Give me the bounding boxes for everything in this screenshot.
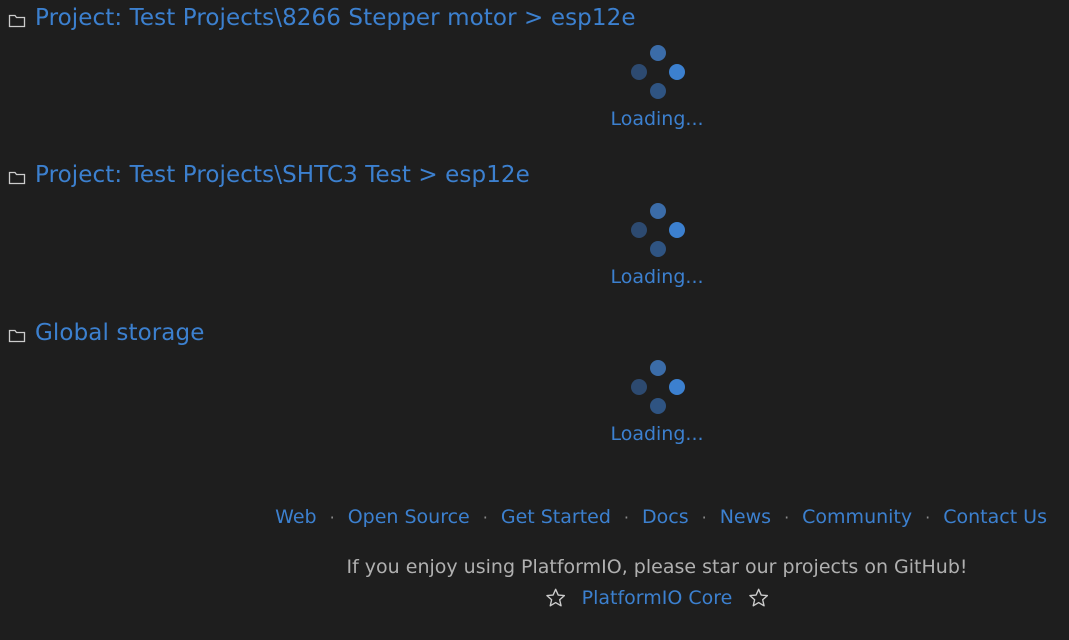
- footer-link-community[interactable]: Community: [802, 506, 912, 528]
- footer-link-contact-us[interactable]: Contact Us: [943, 506, 1047, 528]
- loading-text: Loading...: [610, 108, 704, 130]
- footer-link-news[interactable]: News: [720, 506, 771, 528]
- footer-separator: ·: [701, 507, 707, 527]
- footer-link-get-started[interactable]: Get Started: [501, 506, 611, 528]
- platformio-core-link[interactable]: PlatformIO Core: [582, 587, 733, 609]
- folder-icon: [8, 13, 26, 28]
- footer-separator: ·: [329, 507, 335, 527]
- star-icon: [746, 586, 770, 610]
- loading-text: Loading...: [610, 423, 704, 445]
- star-request-text: If you enjoy using PlatformIO, please st…: [346, 556, 968, 578]
- section-title[interactable]: Project: Test Projects\SHTC3 Test > esp1…: [35, 162, 530, 188]
- folder-icon: [8, 170, 26, 185]
- section-title[interactable]: Project: Test Projects\8266 Stepper moto…: [35, 5, 636, 31]
- section-header-global-storage[interactable]: Global storage: [8, 318, 204, 348]
- loading-spinner: [630, 360, 686, 416]
- loading-text: Loading...: [610, 266, 704, 288]
- footer-link-web[interactable]: Web: [275, 506, 316, 528]
- loading-spinner: [630, 45, 686, 101]
- folder-icon: [8, 328, 26, 343]
- footer-separator: ·: [784, 507, 790, 527]
- loading-spinner: [630, 203, 686, 259]
- star-row: PlatformIO Core: [544, 586, 771, 610]
- footer-link-docs[interactable]: Docs: [642, 506, 689, 528]
- star-icon: [544, 586, 568, 610]
- footer-links: Web · Open Source · Get Started · Docs ·…: [275, 506, 1047, 528]
- footer-separator: ·: [482, 507, 488, 527]
- section-header-project-shtc3[interactable]: Project: Test Projects\SHTC3 Test > esp1…: [8, 160, 530, 190]
- footer-link-open-source[interactable]: Open Source: [348, 506, 470, 528]
- footer-separator: ·: [925, 507, 931, 527]
- section-header-project-stepper[interactable]: Project: Test Projects\8266 Stepper moto…: [8, 3, 636, 33]
- section-title[interactable]: Global storage: [35, 320, 204, 346]
- footer-separator: ·: [623, 507, 630, 527]
